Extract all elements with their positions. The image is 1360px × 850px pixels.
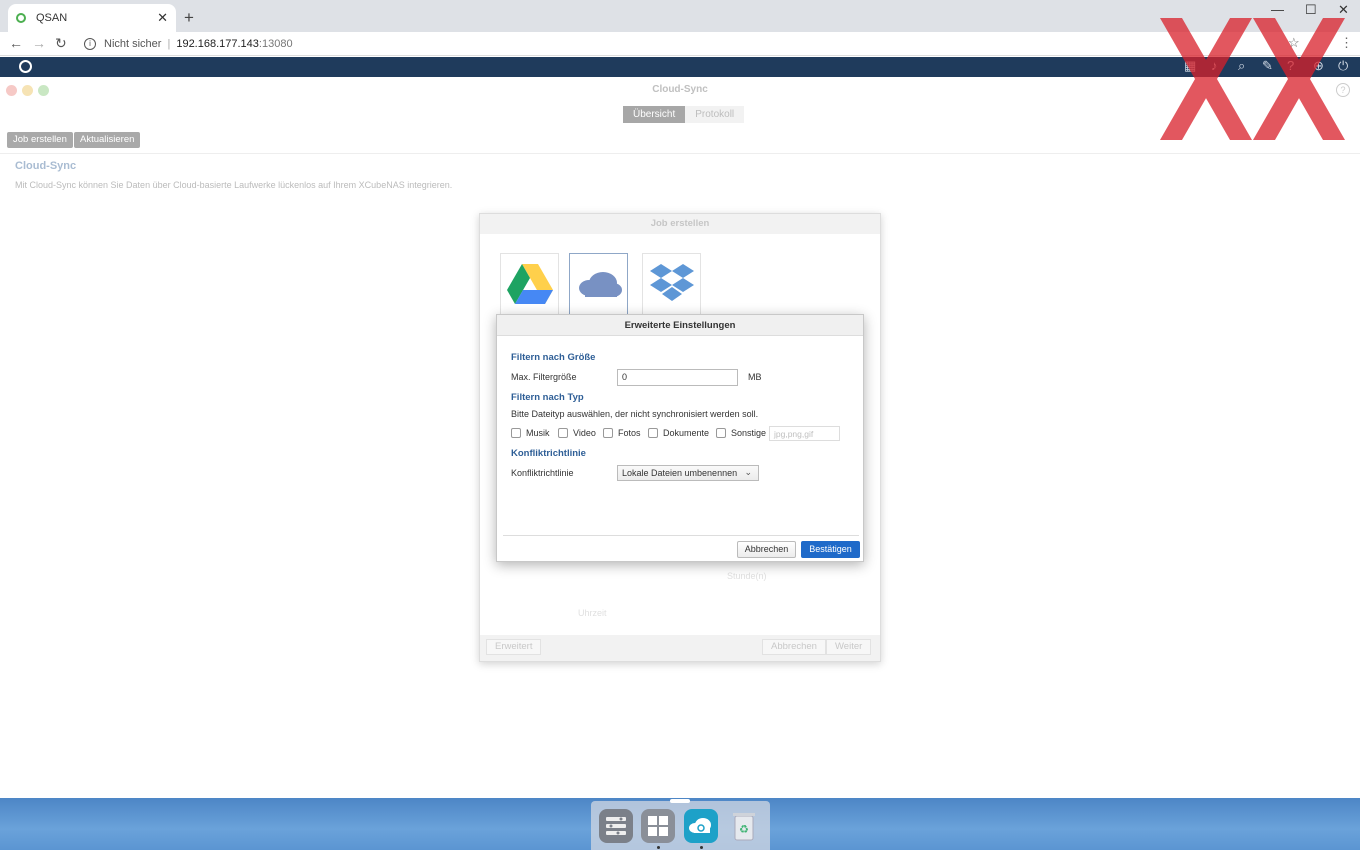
conflict-policy-select[interactable]: Lokale Dateien umbenennen ⌄ xyxy=(617,465,759,481)
browser-tab[interactable]: QSAN ✕ xyxy=(8,4,176,32)
tab-close-icon[interactable]: ✕ xyxy=(157,10,168,26)
size-filter-heading: Filtern nach Größe xyxy=(511,352,596,363)
checkbox-documents[interactable]: Dokumente xyxy=(648,428,709,438)
control-panel-icon[interactable] xyxy=(599,809,633,843)
running-indicator xyxy=(700,846,703,849)
svg-text:♻: ♻ xyxy=(739,823,749,836)
provider-onedrive[interactable] xyxy=(569,253,628,315)
checkbox-music[interactable]: Musik xyxy=(511,428,550,438)
next-button[interactable]: Weiter xyxy=(826,639,872,655)
checkbox-label: Musik xyxy=(526,428,550,438)
section-description: Mit Cloud-Sync können Sie Daten über Clo… xyxy=(15,180,453,190)
create-job-dialog-footer: Erweitert Abbrechen Weiter xyxy=(480,635,880,661)
onedrive-cloud-icon xyxy=(578,272,622,297)
google-drive-icon xyxy=(506,264,553,304)
maximize-icon[interactable]: ☐ xyxy=(1305,2,1317,18)
type-filter-heading: Filtern nach Typ xyxy=(511,392,584,403)
checkbox-label: Dokumente xyxy=(663,428,710,438)
job-cancel-button[interactable]: Abbrechen xyxy=(762,639,826,655)
advanced-settings-title: Erweiterte Einstellungen xyxy=(497,315,863,336)
dock-handle[interactable] xyxy=(670,799,690,803)
running-indicator xyxy=(657,846,660,849)
checkbox-box[interactable] xyxy=(603,428,613,438)
dialog-divider xyxy=(503,535,859,536)
confirm-button[interactable]: Bestätigen xyxy=(801,541,860,558)
browser-tabstrip: QSAN ✕ + — ☐ ✕ xyxy=(0,0,1360,32)
url-host: 192.168.177.143 xyxy=(176,38,259,50)
cancel-button[interactable]: Abbrechen xyxy=(737,541,796,558)
conflict-label: Konfliktrichtlinie xyxy=(511,468,574,478)
divider xyxy=(0,153,1360,154)
advanced-button[interactable]: Erweitert xyxy=(486,639,542,655)
dropbox-icon xyxy=(649,264,694,301)
not-secure-label: Nicht sicher xyxy=(104,38,162,50)
section-title: Cloud-Sync xyxy=(15,160,77,172)
url-port: :13080 xyxy=(258,38,293,50)
checkbox-label: Video xyxy=(573,428,596,438)
max-size-unit: MB xyxy=(748,372,762,382)
qsan-topbar: ▦ ♪ ⌕ ✎ ? ⊕ ⏻ xyxy=(0,57,1360,77)
app-tabs: Übersicht Protokoll xyxy=(623,106,745,123)
chevron-down-icon: ⌄ xyxy=(744,467,752,477)
browser-toolbar: ← → ↻ i Nicht sicher | 192.168.177.143 :… xyxy=(0,32,1360,56)
type-filter-hint: Bitte Dateityp auswählen, der nicht sync… xyxy=(511,409,759,419)
other-extensions-input[interactable]: jpg,png,gif xyxy=(769,426,840,441)
tab-title: QSAN xyxy=(36,12,68,24)
checkbox-box[interactable] xyxy=(558,428,568,438)
qsan-logo-icon[interactable] xyxy=(19,60,32,73)
cloud-sync-icon[interactable] xyxy=(684,809,718,843)
minimize-icon[interactable]: — xyxy=(1271,2,1284,17)
reload-icon[interactable]: ↻ xyxy=(55,35,67,52)
checkbox-other[interactable]: Sonstige xyxy=(716,428,766,438)
checkbox-box[interactable] xyxy=(648,428,658,438)
window-close-icon[interactable]: ✕ xyxy=(1338,2,1349,18)
address-separator: | xyxy=(167,38,171,50)
app-center-icon[interactable] xyxy=(641,809,675,843)
xx-watermark-logo xyxy=(1160,18,1345,140)
checkbox-photos[interactable]: Fotos xyxy=(603,428,641,438)
create-job-button[interactable]: Job erstellen xyxy=(7,132,73,148)
interval-unit-label: Stunde(n) xyxy=(727,571,767,581)
conflict-policy-value: Lokale Dateien umbenennen xyxy=(622,468,738,478)
tab-protocol[interactable]: Protokoll xyxy=(685,106,745,123)
create-job-dialog-title: Job erstellen xyxy=(480,214,880,234)
tab-overview[interactable]: Übersicht xyxy=(623,106,686,123)
time-label: Uhrzeit xyxy=(578,608,607,618)
recycle-bin-icon[interactable]: ♻ xyxy=(727,809,761,843)
app-title: Cloud-Sync xyxy=(652,84,708,95)
provider-google-drive[interactable] xyxy=(500,253,559,315)
checkbox-box[interactable] xyxy=(716,428,726,438)
qsan-favicon-icon xyxy=(16,13,26,23)
checkbox-label: Sonstige xyxy=(731,428,767,438)
provider-dropbox[interactable] xyxy=(642,253,701,315)
max-size-input[interactable]: 0 xyxy=(617,369,738,386)
checkbox-box[interactable] xyxy=(511,428,521,438)
checkbox-label: Fotos xyxy=(618,428,641,438)
max-size-label: Max. Filtergröße xyxy=(511,372,577,382)
new-tab-button[interactable]: + xyxy=(184,8,194,28)
address-bar[interactable]: i Nicht sicher | 192.168.177.143 :13080 xyxy=(80,34,1330,54)
checkbox-video[interactable]: Video xyxy=(558,428,596,438)
info-icon[interactable]: i xyxy=(84,38,96,50)
dock: ♻ xyxy=(591,799,770,850)
advanced-settings-dialog: Erweiterte Einstellungen Filtern nach Gr… xyxy=(496,314,864,562)
conflict-heading: Konfliktrichtlinie xyxy=(511,448,586,459)
forward-icon[interactable]: → xyxy=(32,35,46,51)
refresh-button[interactable]: Aktualisieren xyxy=(74,132,141,148)
back-icon[interactable]: ← xyxy=(9,35,23,51)
